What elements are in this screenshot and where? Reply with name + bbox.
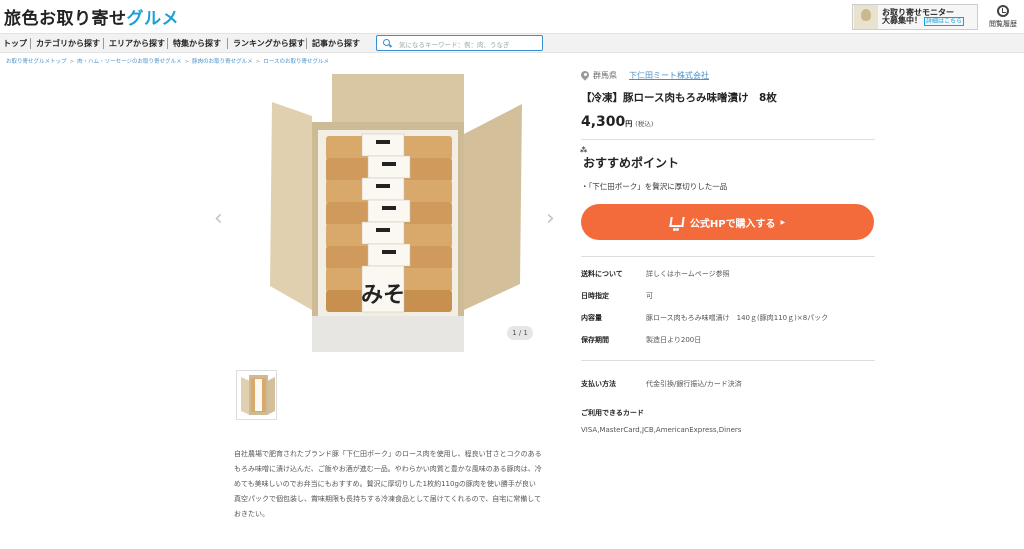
payment-value: 代金引換/銀行振込/カード決済 — [646, 380, 742, 388]
product-description: 自社農場で肥育されたブランド豚「下仁田ポーク」のロース肉を使用し、程良い甘さとコ… — [234, 450, 542, 518]
product-main-image: みそ — [252, 74, 526, 354]
cards-label: ご利用できるカード — [581, 409, 644, 417]
search-icon — [383, 39, 390, 46]
global-nav: トップ カテゴリから探す エリアから探す 特集から探す ランキングから探す 記事… — [0, 33, 1024, 53]
spec-label: 日時指定 — [581, 292, 609, 300]
breadcrumb-item[interactable]: 肉・ハム・ソーセージのお取り寄せグルメ — [77, 59, 181, 65]
nav-divider — [103, 38, 104, 49]
company-link[interactable]: 下仁田ミート株式会社 — [629, 70, 709, 81]
nav-ranking[interactable]: ランキングから探す — [233, 38, 305, 49]
recommend-title-text: おすすめポイント — [583, 156, 680, 170]
divider — [581, 256, 875, 257]
banner-detail-link[interactable]: 詳細はこちら — [924, 17, 965, 26]
recommend-point: ・「下仁田ポーク」を贅沢に厚切りした一品 — [581, 182, 728, 191]
sparkle-icon: ⁂ — [580, 146, 588, 154]
nav-top[interactable]: トップ — [3, 38, 27, 49]
site-logo[interactable]: 旅色お取り寄せグルメ — [4, 4, 179, 29]
nav-divider — [227, 38, 228, 49]
image-counter: 1 / 1 — [507, 326, 533, 340]
divider — [581, 139, 875, 140]
prefecture: 群馬県 — [593, 71, 617, 80]
site-header: 旅色お取り寄せグルメ お取り寄せモニター 大募集中！ 詳細はこちら 閲覧履歴 — [0, 0, 1024, 33]
product-title: 【冷凍】豚ロース肉もろみ味噌漬け 8枚 — [581, 92, 777, 104]
price-unit: 円 — [625, 120, 633, 128]
tax-note: (税込) — [635, 120, 654, 128]
spec-value: 詳しくはホームページ参照 — [646, 270, 730, 278]
breadcrumb-item[interactable]: 豚肉のお取り寄せグルメ — [192, 59, 253, 65]
nav-divider — [30, 38, 31, 49]
spec-label: 内容量 — [581, 314, 602, 322]
divider — [581, 360, 875, 361]
prev-image-arrow[interactable]: ‹ — [214, 206, 223, 231]
product-price: 4,300円 (税込) — [581, 111, 653, 130]
payment-label: 支払い方法 — [581, 380, 616, 388]
spec-value: 豚ロース肉もろみ味噌漬け 140ｇ(豚肉110ｇ)×8パック — [646, 314, 829, 322]
triangle-right-icon: ▶ — [780, 218, 786, 226]
nav-category[interactable]: カテゴリから探す — [36, 38, 100, 49]
recommend-title: ⁂ おすすめポイント — [580, 146, 680, 171]
clock-icon — [997, 5, 1009, 17]
nav-feature[interactable]: 特集から探す — [173, 38, 221, 49]
monitor-banner[interactable]: お取り寄せモニター 大募集中！ 詳細はこちら — [852, 4, 978, 30]
nav-divider — [306, 38, 307, 49]
next-image-arrow[interactable]: › — [546, 206, 555, 231]
price-value: 4,300 — [581, 114, 626, 130]
spec-value: 可 — [646, 292, 653, 300]
package-label: みそ — [361, 282, 405, 308]
cards-value: VISA,MasterCard,JCB,AmericanExpress,Dine… — [581, 426, 742, 434]
product-box-illustration: みそ — [270, 74, 522, 352]
breadcrumb-item[interactable]: ロースのお取り寄せグルメ — [263, 59, 329, 65]
search-placeholder: 気になるキーワード：例：肉、うなぎ — [399, 41, 510, 49]
breadcrumb-item[interactable]: お取り寄せグルメトップ — [6, 59, 67, 65]
spec-label: 保存期間 — [581, 336, 609, 344]
nav-divider — [167, 38, 168, 49]
banner-line2: 大募集中！ — [882, 16, 922, 25]
spec-label: 送料について — [581, 270, 623, 278]
banner-person-icon — [854, 5, 878, 29]
nav-area[interactable]: エリアから探す — [109, 38, 165, 49]
map-pin-icon — [581, 71, 589, 81]
buy-button-label: 公式HPで購入する — [689, 218, 776, 230]
cart-icon — [669, 217, 685, 227]
thumbnail-illustration — [237, 371, 276, 419]
history-button[interactable]: 閲覧履歴 — [986, 5, 1020, 29]
history-label: 閲覧履歴 — [989, 20, 1017, 28]
logo-main: 旅色お取り寄せ — [4, 9, 127, 29]
buy-official-button[interactable]: 公式HPで購入する ▶ — [581, 204, 874, 240]
search-input[interactable]: 気になるキーワード：例：肉、うなぎ — [376, 35, 543, 51]
logo-accent: グルメ — [126, 9, 179, 29]
breadcrumb: お取り寄せグルメトップ > 肉・ハム・ソーセージのお取り寄せグルメ > 豚肉のお取り寄せ… — [6, 59, 329, 65]
image-thumbnail[interactable] — [236, 370, 277, 420]
nav-articles[interactable]: 記事から探す — [312, 38, 360, 49]
spec-value: 製造日より200日 — [646, 336, 702, 344]
location-row: 群馬県 下仁田ミート株式会社 — [581, 70, 709, 81]
